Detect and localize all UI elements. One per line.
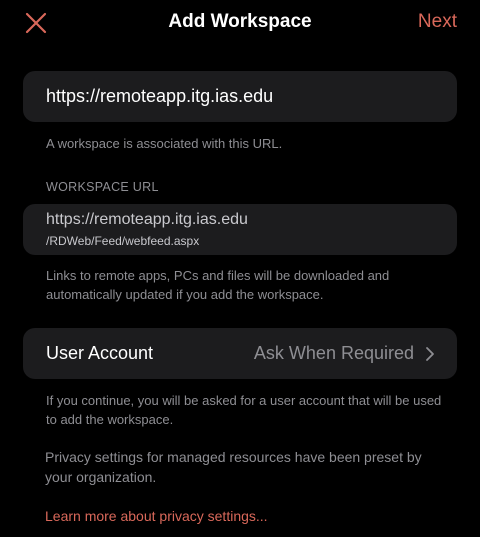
url-field-card — [23, 71, 457, 122]
user-account-value: Ask When Required — [253, 343, 414, 363]
workspace-url-host: https://remoteapp.itg.ias.edu — [46, 211, 248, 228]
user-account-label: User Account — [46, 343, 154, 363]
workspace-footnote: Links to remote apps, PCs and files will… — [46, 268, 390, 302]
privacy-notice: Privacy settings for managed resources h… — [45, 449, 422, 485]
next-button[interactable]: Next — [418, 11, 457, 33]
user-account-row[interactable]: User Account Ask When Required — [23, 328, 457, 379]
workspace-url-card: https://remoteapp.itg.ias.edu /RDWeb/Fee… — [23, 204, 457, 255]
privacy-settings-link[interactable]: Learn more about privacy settings... — [45, 508, 268, 524]
workspace-url-header: WORKSPACE URL — [46, 180, 159, 194]
chevron-right-icon — [426, 347, 434, 361]
user-account-footnote: If you continue, you will be asked for a… — [46, 393, 442, 427]
navigation-bar: Add Workspace Next — [0, 0, 480, 46]
workspace-url-path: /RDWeb/Feed/webfeed.aspx — [46, 234, 200, 248]
url-footnote: A workspace is associated with this URL. — [46, 136, 283, 151]
url-input[interactable] — [46, 71, 441, 122]
page-title: Add Workspace — [168, 11, 312, 32]
